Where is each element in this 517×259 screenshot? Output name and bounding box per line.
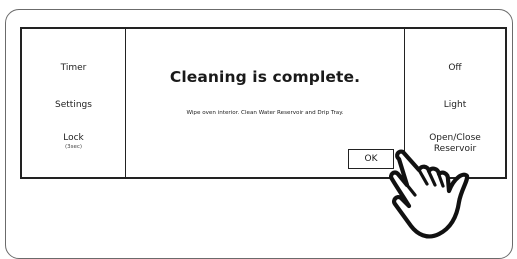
off-button[interactable]: Off (405, 63, 505, 74)
timer-button[interactable]: Timer (22, 63, 125, 74)
settings-label: Settings (55, 100, 92, 110)
lock-button[interactable]: Lock (3sec) (22, 133, 125, 151)
dialog-message: Wipe oven interior. Clean Water Reservoi… (186, 110, 344, 116)
timer-label: Timer (60, 63, 87, 73)
left-button-column: Timer Settings Lock (3sec) (22, 29, 126, 177)
lock-hold-hint: (3sec) (64, 144, 83, 150)
hand-pointer-icon (389, 149, 470, 239)
message-dialog: Cleaning is complete. Wipe oven interior… (126, 29, 405, 177)
off-label: Off (448, 63, 462, 73)
light-label: Light (443, 100, 467, 110)
light-button[interactable]: Light (405, 100, 505, 111)
reservoir-label-line1: Open/Close (429, 133, 481, 143)
lock-label: Lock (63, 133, 84, 143)
settings-button[interactable]: Settings (22, 100, 125, 111)
dialog-title: Cleaning is complete. (169, 68, 361, 86)
